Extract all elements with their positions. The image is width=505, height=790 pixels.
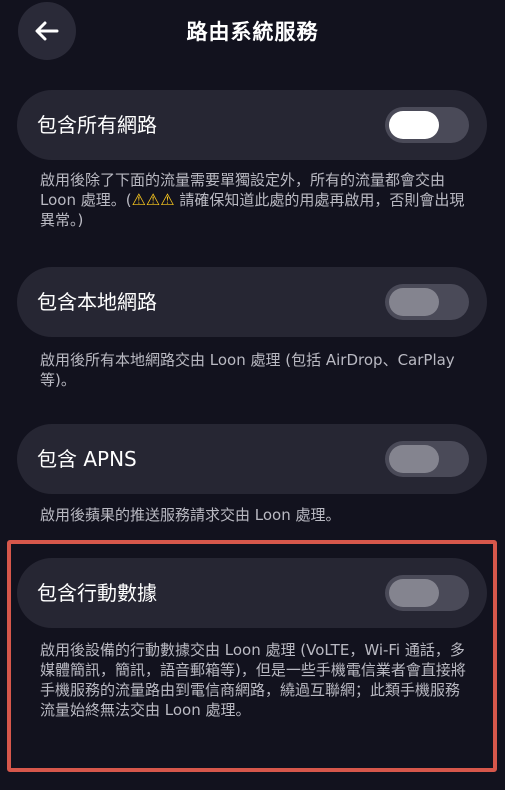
toggle-local-network[interactable]	[385, 284, 469, 320]
setting-label-all-networks: 包含所有網路	[37, 113, 157, 137]
setting-row-local-network: 包含本地網路	[17, 267, 487, 337]
setting-label-local-network: 包含本地網路	[37, 290, 157, 314]
toggle-knob	[389, 445, 439, 473]
setting-description-apns: 啟用後蘋果的推送服務請求交由 Loon 處理。	[40, 506, 341, 524]
toggle-all-networks[interactable]	[385, 107, 469, 143]
setting-row-cellular-data: 包含行動數據	[17, 558, 487, 628]
toggle-apns[interactable]	[385, 441, 469, 477]
toggle-cellular-data[interactable]	[385, 575, 469, 611]
setting-row-all-networks: 包含所有網路	[17, 90, 487, 160]
page-title: 路由系統服務	[186, 20, 319, 44]
setting-description-local-network: 啟用後所有本地網路交由 Loon 處理 (包括 AirDrop、CarPlay …	[40, 351, 455, 389]
toggle-knob	[389, 579, 439, 607]
setting-label-cellular-data: 包含行動數據	[37, 581, 157, 605]
setting-label-apns: 包含 APNS	[37, 447, 137, 471]
setting-row-apns: 包含 APNS	[17, 424, 487, 494]
warning-icons: ⚠⚠⚠	[131, 190, 175, 209]
toggle-knob	[389, 288, 439, 316]
setting-description-cellular-data: 啟用後設備的行動數據交由 Loon 處理 (VoLTE，Wi-Fi 通話，多媒體…	[40, 641, 466, 719]
header: 路由系統服務	[0, 0, 505, 62]
toggle-knob	[389, 111, 439, 139]
setting-description-all-networks: 啟用後除了下面的流量需要單獨設定外，所有的流量都會交由 Loon 處理。(⚠⚠⚠…	[40, 171, 465, 229]
